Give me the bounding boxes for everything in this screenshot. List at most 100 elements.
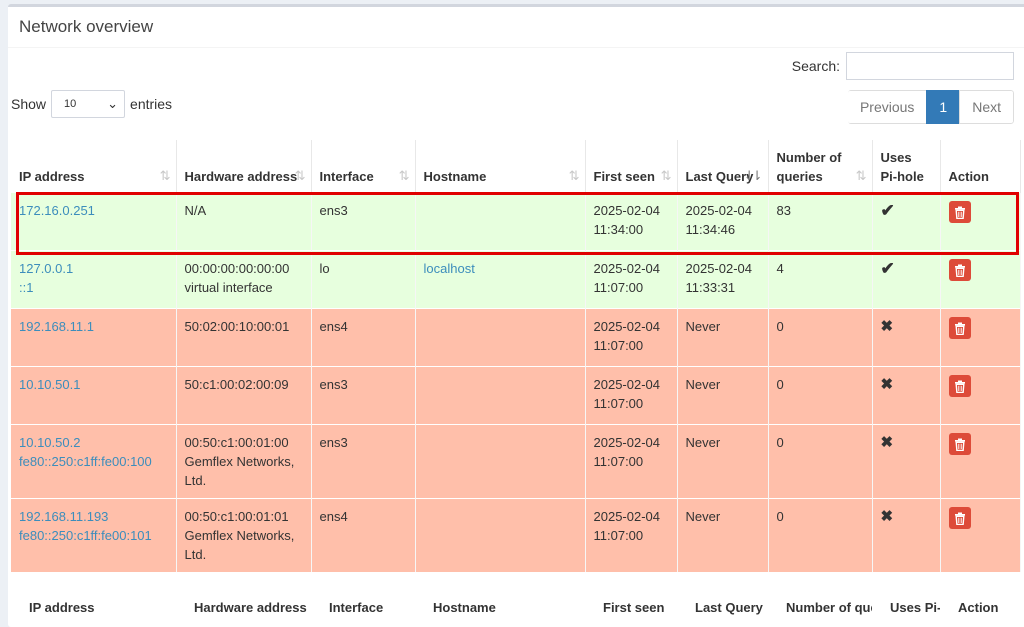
- previous-button[interactable]: Previous: [847, 90, 928, 124]
- last-query-cell: Never: [677, 366, 769, 425]
- footer-column-label: Number of queries: [786, 600, 872, 615]
- interface-cell: ens4: [311, 308, 416, 367]
- hostname-cell: [415, 424, 586, 499]
- last-query-cell: Never: [677, 308, 769, 367]
- ip-address-cell: 172.16.0.251: [11, 192, 177, 251]
- sort-icon[interactable]: ⇃⇂: [744, 166, 763, 185]
- hostname-cell: localhost: [415, 250, 586, 309]
- column-header[interactable]: Number of queries ⇅: [768, 140, 873, 193]
- last-query-cell: 2025-02-04 11:34:46: [677, 192, 769, 251]
- sort-icon[interactable]: ⇅: [295, 166, 306, 185]
- query-count-cell: 0: [768, 424, 873, 499]
- next-button[interactable]: Next: [959, 90, 1014, 124]
- first-seen-text: 11:07:00: [593, 338, 644, 353]
- table-row: 172.16.0.251 N/A ens3 2025-02-04 11:34:00 202…: [11, 192, 1021, 251]
- ip-address-link[interactable]: 192.168.11.193: [19, 507, 168, 526]
- column-header[interactable]: Action: [940, 140, 1021, 193]
- ip-address-link[interactable]: fe80::250:c1ff:fe00:101: [19, 526, 168, 545]
- column-header-label: Number of queries: [776, 150, 842, 184]
- hardware-address-cell: N/A: [176, 192, 312, 251]
- first-seen-cell: 2025-02-04 11:07:00: [585, 250, 678, 309]
- footer-column-label: Action: [958, 600, 999, 615]
- first-seen-text: 11:07:00: [593, 454, 644, 469]
- hardware-address-text: Ltd.: [184, 473, 207, 488]
- interface-cell: ens3: [311, 192, 416, 251]
- cross-icon: ✖: [880, 318, 894, 335]
- first-seen-text: 11:07:00: [593, 280, 644, 295]
- ip-address-link[interactable]: 172.16.0.251: [19, 201, 168, 220]
- trash-icon: [954, 206, 965, 219]
- hardware-address-text: Ltd.: [184, 547, 207, 562]
- first-seen-text: 11:34:00: [593, 222, 644, 237]
- delete-button[interactable]: [948, 433, 971, 455]
- first-seen-text: 2025-02-04: [593, 319, 661, 334]
- footer-column-label: Hostname: [433, 600, 496, 615]
- table-row: 10.10.50.2 fe80::250:c1ff:fe00:100 00:50:c…: [11, 424, 1021, 499]
- ip-address-link[interactable]: 10.10.50.2: [19, 433, 168, 452]
- action-cell: [940, 250, 1021, 309]
- hardware-address-text: virtual interface: [184, 280, 273, 295]
- hardware-address-cell: 50:c1:00:02:00:09: [176, 366, 312, 425]
- sort-icon[interactable]: ⇅: [856, 166, 867, 185]
- sort-icon[interactable]: ⇅: [399, 166, 410, 185]
- hardware-address-text: N/A: [184, 203, 207, 218]
- entries-select-value: 10: [64, 98, 77, 110]
- sort-icon[interactable]: ⇅: [160, 166, 171, 185]
- search-input[interactable]: [846, 52, 1014, 80]
- hostname-cell: [415, 498, 586, 572]
- column-header[interactable]: Uses Pi-hole: [872, 140, 941, 193]
- hostname-link[interactable]: localhost: [424, 261, 475, 276]
- footer-column-label: Interface: [329, 600, 384, 615]
- box-title: Network overview: [8, 7, 1024, 48]
- delete-button[interactable]: [948, 259, 971, 281]
- first-seen-cell: 2025-02-04 11:07:00: [585, 366, 678, 425]
- column-header[interactable]: Hardware address ⇅: [176, 140, 312, 193]
- ip-address-link[interactable]: 192.168.11.1: [19, 317, 168, 336]
- uses-pihole-cell: ✖: [872, 424, 941, 499]
- column-header[interactable]: First seen ⇅: [585, 140, 678, 193]
- entries-select[interactable]: 10 ⌄: [51, 90, 126, 118]
- sort-icon[interactable]: ⇅: [661, 166, 672, 185]
- hardware-address-text: 00:00:00:00:00:00: [184, 261, 290, 276]
- delete-button[interactable]: [948, 507, 971, 529]
- query-count-cell: 4: [768, 250, 873, 309]
- table-row: 192.168.11.1 50:02:00:10:00:01 ens4 2025-02…: [11, 308, 1021, 367]
- check-icon: ✔: [880, 259, 895, 278]
- hardware-address-text: 00:50:c1:00:01:00: [184, 435, 289, 450]
- first-seen-cell: 2025-02-04 11:07:00: [585, 424, 678, 499]
- action-cell: [940, 366, 1021, 425]
- cross-icon: ✖: [880, 508, 894, 525]
- first-seen-text: 2025-02-04: [593, 261, 661, 276]
- sort-icon[interactable]: ⇅: [569, 166, 580, 185]
- action-cell: [940, 308, 1021, 367]
- table-row: 192.168.11.193 fe80::250:c1ff:fe00:101 00:…: [11, 498, 1021, 572]
- column-header[interactable]: Interface ⇅: [311, 140, 416, 193]
- trash-icon: [954, 380, 965, 393]
- search-label: Search:: [791, 58, 840, 74]
- ip-address-link[interactable]: 10.10.50.1: [19, 375, 168, 394]
- column-header[interactable]: Last Query ⇃⇂: [677, 140, 769, 193]
- page-1-button[interactable]: 1: [926, 90, 961, 124]
- cross-icon: ✖: [880, 376, 894, 393]
- uses-pihole-cell: ✔: [872, 192, 941, 251]
- trash-icon: [954, 512, 965, 525]
- hostname-cell: [415, 192, 586, 251]
- ip-address-link[interactable]: 127.0.0.1: [19, 259, 168, 278]
- uses-pihole-cell: ✔: [872, 250, 941, 309]
- interface-cell: ens4: [311, 498, 416, 572]
- column-header[interactable]: Hostname ⇅: [415, 140, 586, 193]
- query-count-cell: 0: [768, 498, 873, 572]
- first-seen-text: 11:07:00: [593, 528, 644, 543]
- interface-cell: ens3: [311, 366, 416, 425]
- search-group: Search:: [792, 52, 1014, 80]
- delete-button[interactable]: [948, 201, 971, 223]
- uses-pihole-cell: ✖: [872, 308, 941, 367]
- ip-address-link[interactable]: ::1: [19, 278, 168, 297]
- delete-button[interactable]: [948, 317, 971, 339]
- column-header[interactable]: IP address ⇅: [11, 140, 177, 193]
- delete-button[interactable]: [948, 375, 971, 397]
- cross-icon: ✖: [880, 434, 894, 451]
- query-count-cell: 83: [768, 192, 873, 251]
- ip-address-link[interactable]: fe80::250:c1ff:fe00:100: [19, 452, 168, 471]
- last-query-text: 2025-02-04: [685, 203, 753, 218]
